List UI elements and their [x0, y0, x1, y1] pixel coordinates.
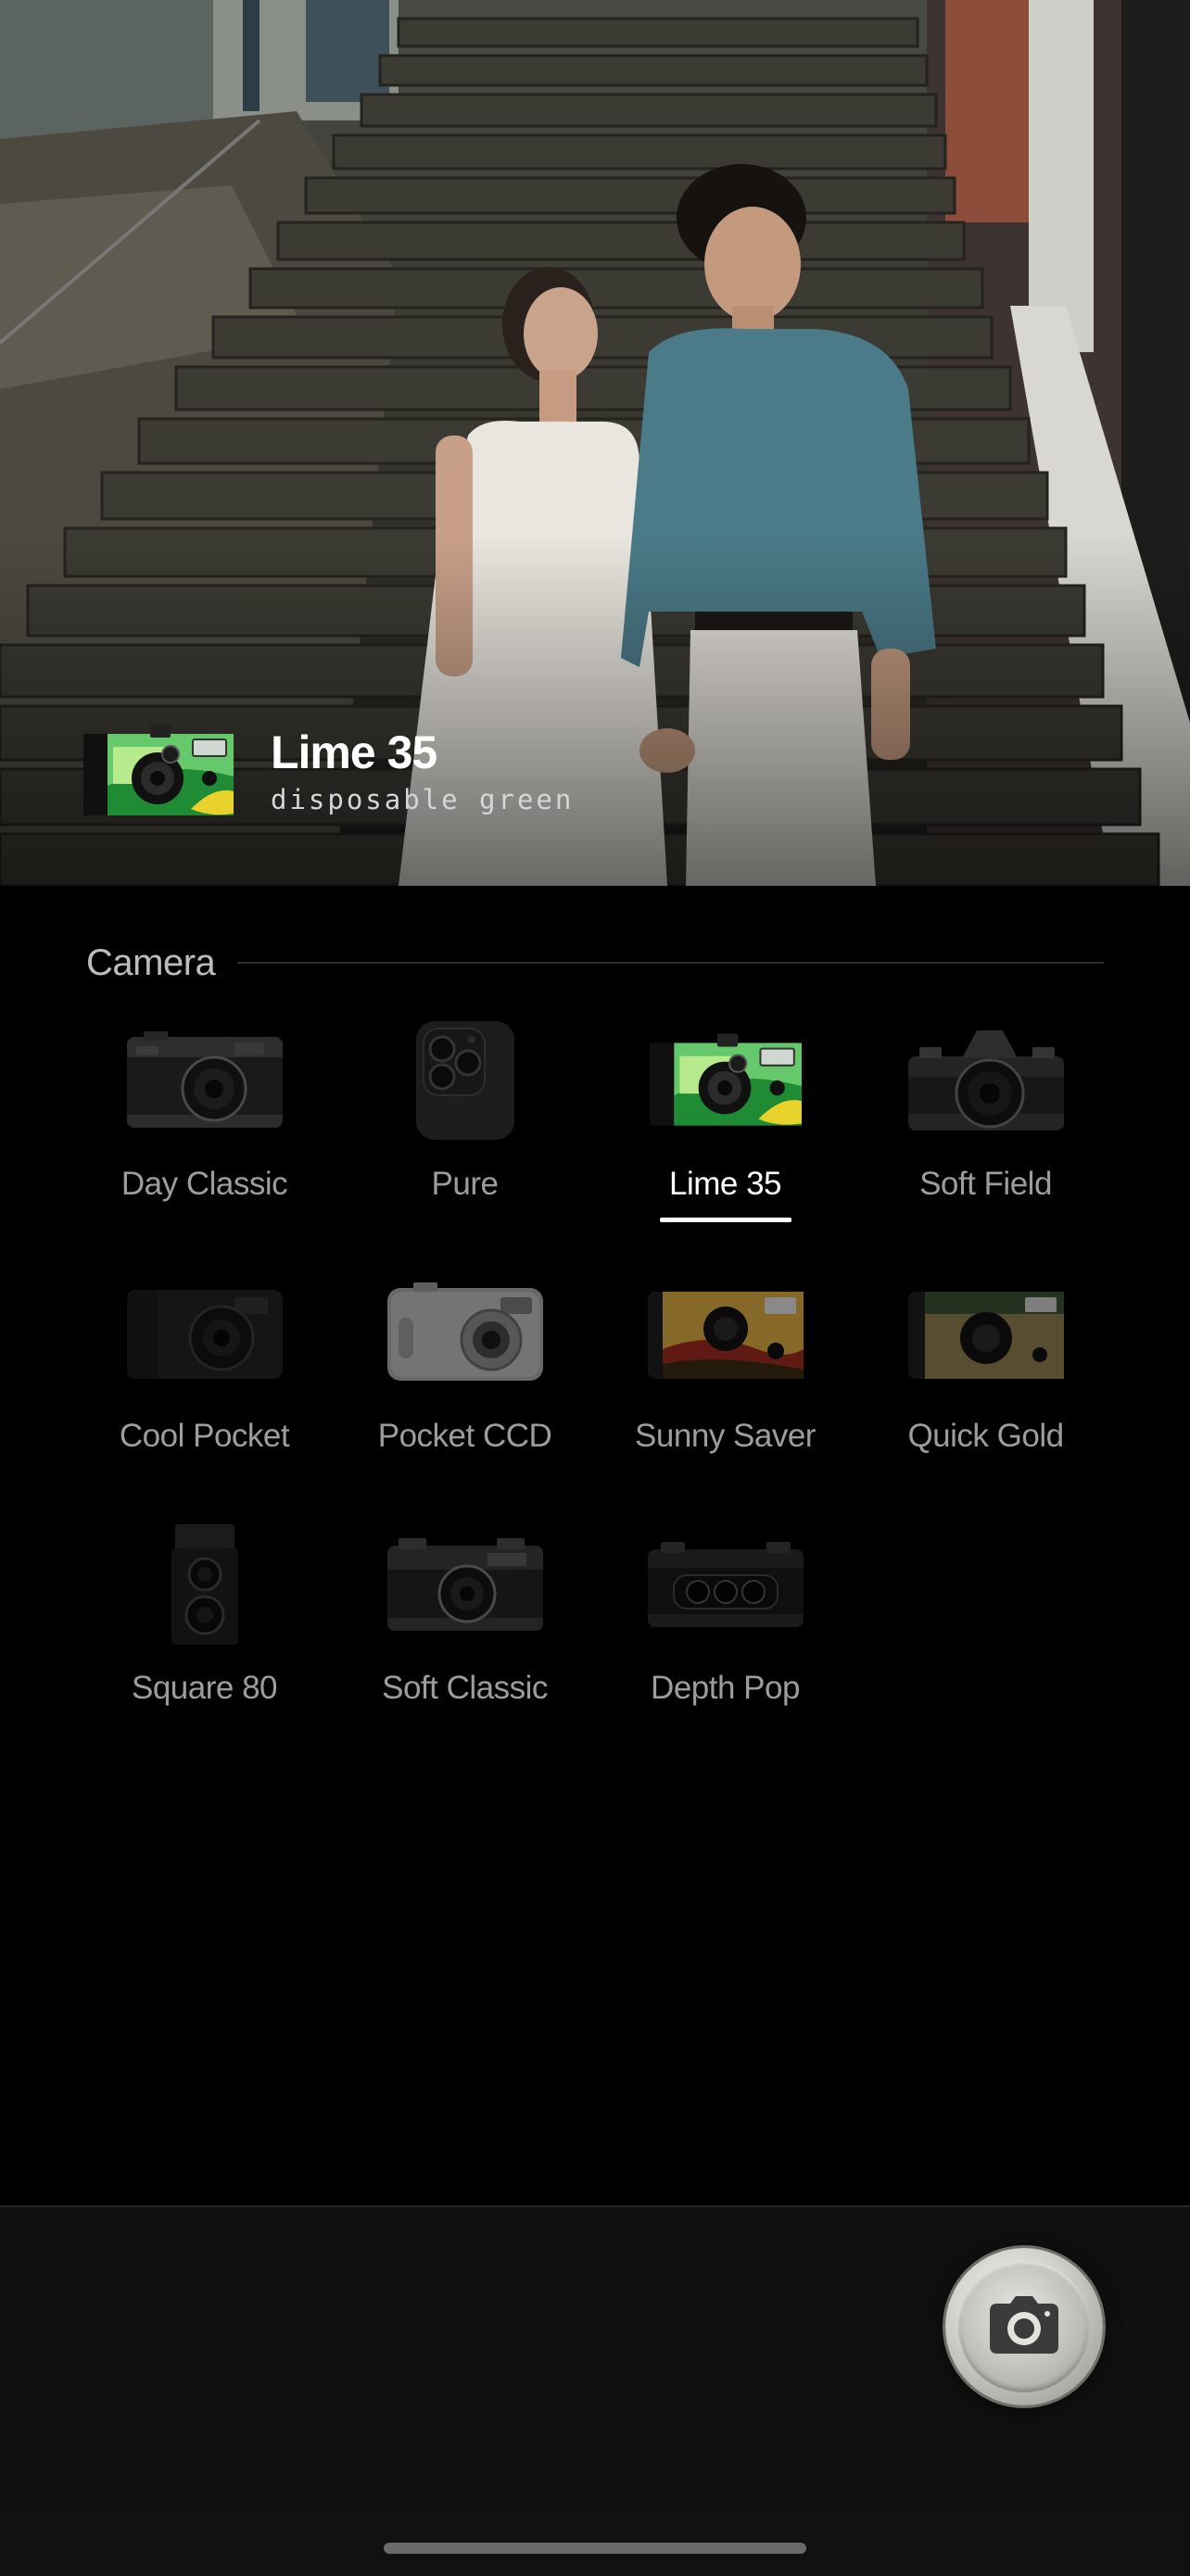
lime-35-camera-icon [642, 1016, 809, 1145]
current-camera: Lime 35 disposable green [80, 721, 574, 821]
camera-label: Cool Pocket [119, 1418, 290, 1454]
camera-label: Day Classic [120, 1166, 288, 1202]
sunny-saver-camera-icon [642, 1268, 809, 1397]
camera-label: Sunny Saver [635, 1418, 816, 1454]
section-divider [237, 962, 1104, 964]
pure-phone-camera-icon [382, 1016, 549, 1145]
soft-field-slr-icon [903, 1016, 1070, 1145]
camera-label: Pocket CCD [377, 1418, 552, 1454]
camera-option-sunny-saver[interactable]: Sunny Saver [595, 1268, 855, 1520]
camera-grid: Day Classic Pure Lime 35 Soft Field Cool… [74, 1016, 1116, 1772]
lime-35-camera-icon [80, 721, 237, 821]
camera-option-pure[interactable]: Pure [335, 1016, 595, 1268]
camera-option-day-classic[interactable]: Day Classic [74, 1016, 335, 1268]
day-classic-camera-icon [121, 1016, 288, 1145]
camera-label: Soft Field [919, 1166, 1052, 1202]
camera-shutter-icon [990, 2296, 1058, 2354]
camera-option-soft-field[interactable]: Soft Field [855, 1016, 1116, 1268]
camera-label: Soft Classic [382, 1670, 548, 1706]
camera-option-soft-classic[interactable]: Soft Classic [335, 1520, 595, 1772]
camera-option-square-80[interactable]: Square 80 [74, 1520, 335, 1772]
selected-indicator [659, 1218, 791, 1222]
preview-shade [0, 534, 1190, 886]
camera-option-pocket-ccd[interactable]: Pocket CCD [335, 1268, 595, 1520]
pocket-ccd-camera-icon [382, 1268, 549, 1397]
camera-label: Depth Pop [651, 1670, 800, 1706]
camera-option-lime-35[interactable]: Lime 35 [595, 1016, 855, 1268]
camera-label: Quick Gold [907, 1418, 1064, 1454]
depth-pop-3d-camera-icon [642, 1520, 809, 1649]
camera-option-quick-gold[interactable]: Quick Gold [855, 1268, 1116, 1520]
camera-label: Lime 35 [668, 1166, 782, 1202]
camera-option-depth-pop[interactable]: Depth Pop [595, 1520, 855, 1772]
home-indicator[interactable] [384, 2543, 806, 2554]
camera-label: Square 80 [131, 1670, 278, 1706]
square-80-tlr-icon [121, 1520, 288, 1649]
soft-classic-rangefinder-icon [382, 1520, 549, 1649]
quick-gold-camera-icon [903, 1268, 1070, 1397]
shutter-button[interactable] [945, 2248, 1103, 2406]
current-camera-description: disposable green [271, 784, 575, 815]
photo-preview[interactable]: Lime 35 disposable green [0, 0, 1190, 886]
camera-label: Pure [431, 1166, 499, 1202]
camera-section-header: Camera [86, 938, 1104, 988]
cool-pocket-camera-icon [121, 1268, 288, 1397]
section-title: Camera [86, 941, 216, 983]
camera-option-cool-pocket[interactable]: Cool Pocket [74, 1268, 335, 1520]
current-camera-name: Lime 35 [271, 726, 437, 778]
